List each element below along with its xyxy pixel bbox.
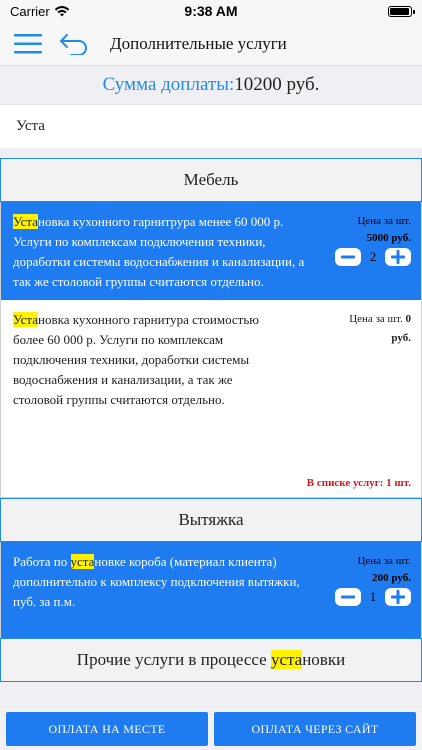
menu-button[interactable] bbox=[6, 22, 50, 66]
service-item[interactable]: Установка кухонного гарнитура стоимостью… bbox=[0, 300, 422, 498]
service-price-block: Цена за шт. 5000 руб. 2 bbox=[321, 212, 411, 292]
service-text: новка кухонного гарнитрура менее 60 000 … bbox=[13, 214, 305, 289]
quantity-value: 2 bbox=[369, 249, 377, 264]
quantity-stepper: 2 bbox=[335, 248, 411, 266]
back-arrow-icon bbox=[60, 33, 87, 55]
price-number: 0 bbox=[405, 313, 412, 325]
section-header-hood[interactable]: Вытяжка bbox=[0, 498, 422, 542]
quantity-value: 1 bbox=[369, 589, 377, 604]
minus-icon bbox=[341, 595, 355, 599]
service-description: Установка кухонного гарнитура стоимостью… bbox=[13, 310, 291, 489]
search-highlight: уста bbox=[70, 554, 95, 569]
plus-icon bbox=[391, 250, 405, 264]
search-highlight: уста bbox=[270, 650, 303, 669]
wifi-icon bbox=[54, 6, 69, 17]
service-text-prefix: Работа по bbox=[13, 554, 71, 569]
price-label-text: Цена за шт. bbox=[349, 313, 403, 325]
nav-bar: Дополнительные услуги bbox=[0, 22, 422, 66]
quantity-stepper: 1 bbox=[335, 588, 411, 606]
price-label: Цена за шт. bbox=[357, 555, 411, 567]
service-text: новка кухонного гарнитура стоимостью бол… bbox=[13, 312, 259, 407]
service-item[interactable]: Работа по установке короба (материал кли… bbox=[0, 542, 422, 638]
back-button[interactable] bbox=[54, 22, 94, 66]
page-title: Дополнительные услуги bbox=[110, 33, 287, 53]
search-highlight: Уста bbox=[13, 214, 39, 229]
decrement-button[interactable] bbox=[335, 248, 361, 266]
increment-button[interactable] bbox=[385, 588, 411, 606]
price-value: 5000 руб. bbox=[366, 232, 411, 244]
section-title-prefix: Прочие услуги в процессе bbox=[76, 650, 271, 669]
price-label: Цена за шт. bbox=[357, 215, 411, 227]
service-price-block: Цена за шт. 200 руб. 1 bbox=[321, 552, 411, 630]
status-bar: Carrier 9:38 AM bbox=[0, 0, 422, 22]
pay-onsite-button[interactable]: ОПЛАТА НА МЕСТЕ bbox=[6, 712, 208, 746]
section-header-furniture[interactable]: Мебель bbox=[0, 158, 422, 202]
section-header-other[interactable]: Прочие услуги в процессе установки bbox=[0, 638, 422, 682]
services-list[interactable]: Мебель Установка кухонного гарнитрура ме… bbox=[0, 158, 422, 750]
in-list-status: В списке услуг: 1 шт. bbox=[306, 477, 411, 489]
sum-label: Сумма доплаты: bbox=[102, 74, 235, 95]
section-title: Прочие услуги в процессе установки bbox=[77, 650, 345, 670]
hamburger-icon bbox=[14, 33, 42, 53]
section-title: Мебель bbox=[183, 170, 239, 189]
sum-row: Сумма доплаты: 10200 руб. bbox=[0, 66, 422, 104]
carrier-label: Carrier bbox=[10, 3, 50, 19]
price-group: Цена за шт. 0 руб. bbox=[349, 310, 411, 344]
section-title: Вытяжка bbox=[178, 510, 244, 529]
search-value: Уста bbox=[16, 118, 45, 134]
carrier-group: Carrier bbox=[10, 4, 70, 19]
service-description: Установка кухонного гарнитрура менее 60 … bbox=[13, 212, 321, 292]
price-label: Цена за шт. 0 bbox=[349, 310, 411, 328]
sum-value: 10200 руб. bbox=[234, 74, 320, 95]
bottom-bar: ОПЛАТА НА МЕСТЕ ОПЛАТА ЧЕРЕЗ САЙТ bbox=[0, 708, 422, 750]
increment-button[interactable] bbox=[385, 248, 411, 266]
decrement-button[interactable] bbox=[335, 588, 361, 606]
search-input[interactable]: Уста bbox=[0, 104, 422, 148]
search-highlight: Уста bbox=[13, 312, 39, 327]
section-title-rest: новки bbox=[302, 650, 346, 669]
service-price-block: Цена за шт. 0 руб. В списке услуг: 1 шт. bbox=[291, 310, 411, 489]
plus-icon bbox=[391, 590, 405, 604]
pay-site-button[interactable]: ОПЛАТА ЧЕРЕЗ САЙТ bbox=[214, 712, 416, 746]
battery-icon bbox=[388, 5, 415, 17]
price-value: 200 руб. bbox=[372, 572, 411, 584]
service-description: Работа по установке короба (материал кли… bbox=[13, 552, 321, 630]
price-unit: руб. bbox=[391, 332, 411, 344]
minus-icon bbox=[341, 255, 355, 259]
service-item[interactable]: Установка кухонного гарнитрура менее 60 … bbox=[0, 202, 422, 300]
